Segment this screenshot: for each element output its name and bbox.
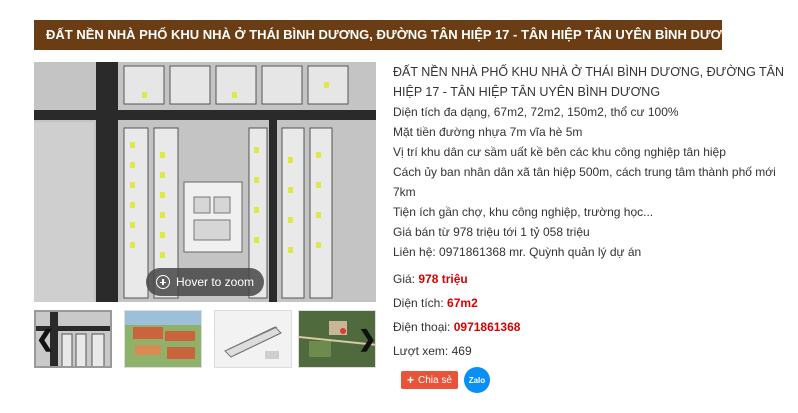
price-row: Giá: 978 triệu bbox=[393, 267, 793, 291]
area-value: 67m2 bbox=[447, 296, 478, 310]
thumbnail-layout-drawing[interactable] bbox=[214, 310, 292, 368]
zalo-label: Zalo bbox=[468, 375, 486, 385]
share-label: Chia sẻ bbox=[418, 374, 452, 386]
price-label: Giá: bbox=[393, 272, 416, 286]
description-line: Mặt tiền đường nhựa 7m vĩa hè 5m bbox=[393, 125, 583, 139]
description-line: Cách ủy ban nhân dân xã tân hiệp 500m, c… bbox=[393, 165, 776, 199]
site-plan-drawing bbox=[34, 62, 376, 302]
area-row: Diện tích: 67m2 bbox=[393, 291, 793, 315]
hover-to-zoom-button[interactable]: Hover to zoom bbox=[146, 268, 264, 296]
phone-value[interactable]: 0971861368 bbox=[454, 320, 521, 334]
listing-title-bar: ĐẤT NỀN NHÀ PHỐ KHU NHÀ Ở THÁI BÌNH DƯƠN… bbox=[34, 20, 722, 50]
next-thumbnail-arrow[interactable]: ❯ bbox=[358, 328, 376, 350]
description-line: Diện tích đa dạng, 67m2, 72m2, 150m2, th… bbox=[393, 105, 679, 119]
price-value: 978 triệu bbox=[418, 272, 468, 286]
phone-row: Điện thoại: 0971861368 bbox=[393, 315, 793, 339]
main-site-plan-image[interactable]: Hover to zoom bbox=[34, 62, 376, 302]
area-label: Diện tích: bbox=[393, 296, 444, 310]
views-label: Lượt xem: bbox=[393, 344, 449, 358]
description-line: Tiện ích gần chợ, khu công nghiệp, trườn… bbox=[393, 205, 654, 219]
listing-info: ĐẤT NỀN NHÀ PHỐ KHU NHÀ Ở THÁI BÌNH DƯƠN… bbox=[393, 62, 793, 363]
description-heading: ĐẤT NỀN NHÀ PHỐ KHU NHÀ Ở THÁI BÌNH DƯƠN… bbox=[393, 65, 785, 99]
description-line: Vị trí khu dân cư sầm uất kề bên các khu… bbox=[393, 145, 726, 159]
zalo-share-button[interactable]: Zalo bbox=[463, 367, 490, 393]
share-button[interactable]: + Chia sẻ bbox=[401, 371, 458, 389]
zoom-plus-icon bbox=[155, 275, 170, 289]
listing-details: Giá: 978 triệu Diện tích: 67m2 Điện thoạ… bbox=[393, 267, 793, 363]
views-row: Lượt xem: 469 bbox=[393, 339, 793, 363]
description-line: Giá bán từ 978 triệu tới 1 tỷ 058 triệu bbox=[393, 225, 590, 239]
thumbnail-strip: ❮ ❯ bbox=[34, 308, 376, 372]
zoom-label: Hover to zoom bbox=[175, 275, 255, 289]
plus-icon: + bbox=[407, 373, 415, 387]
share-row: + Chia sẻ Zalo bbox=[401, 367, 490, 393]
views-value: 469 bbox=[451, 344, 472, 358]
previous-thumbnail-arrow[interactable]: ❮ bbox=[36, 328, 54, 350]
thumbnail-aerial-render[interactable] bbox=[124, 310, 202, 368]
phone-label: Điện thoại: bbox=[393, 320, 451, 334]
description-line: Liên hệ: 0971861368 mr. Quỳnh quản lý dự… bbox=[393, 245, 642, 259]
